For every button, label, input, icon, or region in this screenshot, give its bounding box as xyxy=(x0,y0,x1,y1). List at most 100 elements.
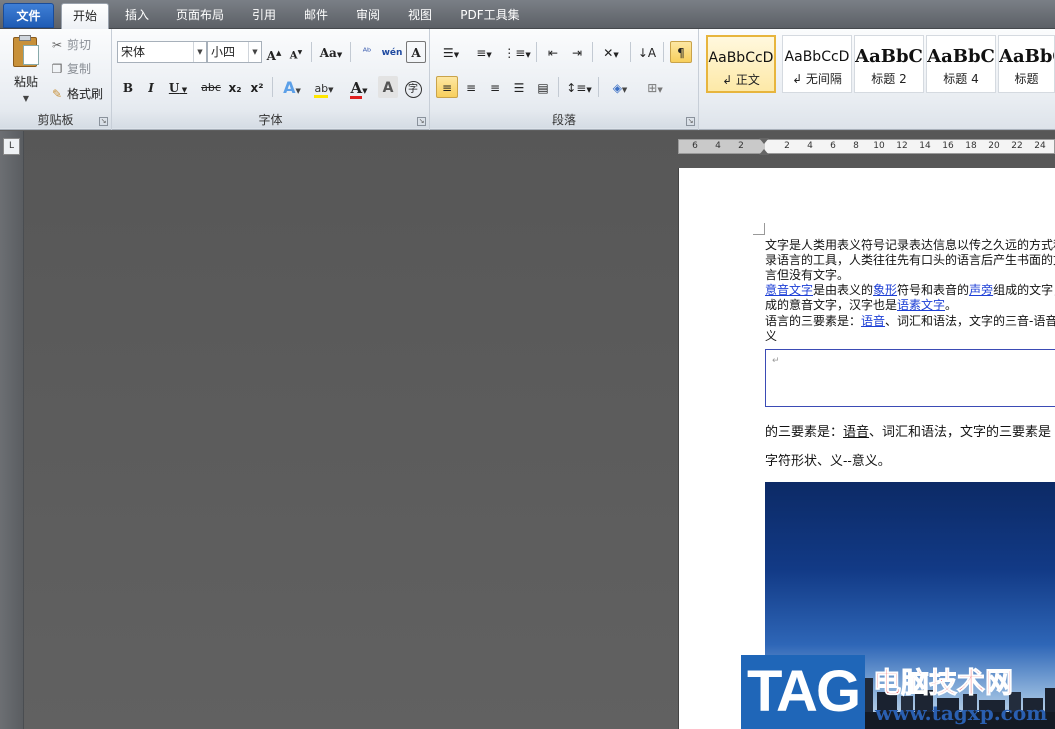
style-heading-2[interactable]: AaBbC 标题 2 xyxy=(854,35,924,93)
copy-button[interactable]: ❐ 复制 xyxy=(50,59,91,79)
paragraph-1-line-2: 录语言的工具，人类往往先有口头的语言后产生书面的文字 xyxy=(765,253,1055,267)
text-effects-button[interactable]: A▼ xyxy=(278,76,306,98)
shading-bucket-icon[interactable]: ◈▼ xyxy=(604,76,636,98)
hanging-indent-handle[interactable] xyxy=(759,149,769,155)
brush-icon: ✎ xyxy=(51,87,63,101)
tab-insert[interactable]: 插入 xyxy=(118,3,156,29)
paragraph-group: ☰▼ ≡▼ ⋮≡▼ ⇤ ⇥ ✕▼ ↓A ¶ ≡ ≡ ≡ ☰ ▤ ↕≡▼ ◈▼ ⊞… xyxy=(430,29,699,130)
first-line-indent-handle[interactable] xyxy=(759,138,769,144)
numbering-icon[interactable]: ≡▼ xyxy=(469,41,499,63)
align-right-icon[interactable]: ≡ xyxy=(484,76,506,98)
cut-button[interactable]: ✂ 剪切 xyxy=(50,35,91,55)
font-color-button[interactable]: A▼ xyxy=(344,76,374,99)
paragraph-2-line-2: 成的意音文字，汉字也是语素文字。 xyxy=(765,298,958,312)
font-launcher-icon[interactable]: ↘ xyxy=(417,117,426,126)
format-painter-button[interactable]: ✎ 格式刷 xyxy=(50,84,103,104)
link-ideographic-script[interactable]: 意音文字 xyxy=(765,283,813,297)
ribbon: 粘贴 ▼ ✂ 剪切 ❐ 复制 ✎ 格式刷 剪贴板 ↘ 宋体 ▼ 小四 ▼ A▲ A▼ … xyxy=(0,29,1055,130)
styles-gallery: AaBbCcD ↲ 正文 AaBbCcD ↲ 无间隔 AaBbC 标题 2 Aa… xyxy=(706,35,1055,93)
tab-file[interactable]: 文件 xyxy=(3,3,54,28)
tab-home[interactable]: 开始 xyxy=(61,3,109,29)
phonetic-guide-button[interactable]: wén xyxy=(380,41,404,63)
enclose-char-button[interactable]: 字 xyxy=(402,76,424,98)
underline-button[interactable]: U ▼ xyxy=(164,76,192,98)
font-size-combo[interactable]: 小四 ▼ xyxy=(207,41,262,63)
paste-icon xyxy=(11,35,41,69)
ribbon-tab-bar: 文件 开始 插入 页面布局 引用 邮件 审阅 视图 PDF工具集 xyxy=(0,0,1055,29)
char-border-button[interactable]: A xyxy=(406,41,426,63)
vertical-ruler-strip xyxy=(0,131,24,729)
watermark-site-name: 电脑技术网 xyxy=(872,666,1014,700)
shrink-font-button[interactable]: A▼ xyxy=(286,41,306,63)
paste-label: 粘贴 xyxy=(13,75,38,89)
tab-pdf-tools[interactable]: PDF工具集 xyxy=(452,3,528,29)
scissors-icon: ✂ xyxy=(51,38,63,52)
multilevel-list-icon[interactable]: ⋮≡▼ xyxy=(502,41,532,63)
tab-review[interactable]: 审阅 xyxy=(348,3,388,29)
decrease-indent-icon[interactable]: ⇤ xyxy=(542,41,564,63)
paragraph-1-line-1: 文字是人类用表义符号记录表达信息以传之久远的方式和工 xyxy=(765,238,1055,252)
paste-button[interactable]: 粘贴 ▼ xyxy=(6,33,46,105)
bullets-icon[interactable]: ☰▼ xyxy=(436,41,466,63)
link-pictograph[interactable]: 象形 xyxy=(873,283,897,297)
margin-corner-mark xyxy=(753,223,765,235)
style-no-spacing[interactable]: AaBbCcD ↲ 无间隔 xyxy=(782,35,852,93)
font-group: 宋体 ▼ 小四 ▼ A▲ A▼ Aa▼ ᴬᵇ wén A B I U ▼ abc… xyxy=(112,29,430,130)
strikethrough-button[interactable]: abc xyxy=(198,76,224,98)
align-left-icon[interactable]: ≡ xyxy=(436,76,458,98)
borders-icon[interactable]: ⊞▼ xyxy=(640,76,670,98)
chinese-layout-icon[interactable]: ✕▼ xyxy=(596,41,626,63)
link-morpheme-script[interactable]: 语素文字 xyxy=(897,298,945,312)
bold-button[interactable]: B xyxy=(118,76,138,98)
clipboard-group-label: 剪贴板 xyxy=(0,112,111,128)
paragraph-5: 字符形状、义--意义。 xyxy=(765,454,891,469)
paragraph-1-line-3: 言但没有文字。 xyxy=(765,268,850,282)
show-marks-icon[interactable]: ¶ xyxy=(670,41,692,63)
sort-icon[interactable]: ↓A xyxy=(636,41,658,63)
clipboard-group: 粘贴 ▼ ✂ 剪切 ❐ 复制 ✎ 格式刷 剪贴板 ↘ xyxy=(0,29,112,130)
italic-button[interactable]: I xyxy=(141,76,161,98)
highlight-button[interactable]: ab▼ xyxy=(309,76,339,98)
change-case-button[interactable]: Aa▼ xyxy=(316,41,346,63)
copy-icon: ❐ xyxy=(51,62,63,76)
style-normal[interactable]: AaBbCcD ↲ 正文 xyxy=(706,35,776,93)
paragraph-3-line-2: 义 xyxy=(765,329,778,343)
style-title[interactable]: AaBbC 标题 xyxy=(998,35,1055,93)
grow-font-button[interactable]: A▲ xyxy=(264,41,284,63)
site-watermark: TAG 电脑技术网 www.tagxp.com xyxy=(741,655,1055,729)
superscript-button[interactable]: x² xyxy=(247,76,267,98)
link-phonetics[interactable]: 语音 xyxy=(861,314,885,328)
chevron-down-icon[interactable]: ▼ xyxy=(193,42,206,62)
tab-mailings[interactable]: 邮件 xyxy=(296,3,336,29)
style-heading-4[interactable]: AaBbC 标题 4 xyxy=(926,35,996,93)
watermark-tag-logo: TAG xyxy=(741,655,865,729)
paragraph-3-line-1: 语言的三要素是：语音、词汇和语法，文字的三音-语音 xyxy=(765,314,1055,328)
font-name-combo[interactable]: 宋体 ▼ xyxy=(117,41,207,63)
align-center-icon[interactable]: ≡ xyxy=(460,76,482,98)
paragraph-4: 的三要素是：语音、词汇和语法，文字的三要素是 xyxy=(765,425,1052,440)
paragraph-mark: ↵ xyxy=(772,356,780,366)
font-group-label: 字体 xyxy=(112,112,429,128)
line-spacing-icon[interactable]: ↕≡▼ xyxy=(564,76,594,98)
subscript-button[interactable]: x₂ xyxy=(225,76,245,98)
paragraph-2-line-1: 意音文字是由表义的象形符号和表音的声旁组成的文字，汉 xyxy=(765,283,1055,297)
highlighter-icon: ab xyxy=(314,82,329,98)
horizontal-ruler[interactable]: 6 4 2 2 4 6 8 10 12 14 16 18 20 22 24 xyxy=(678,138,1055,155)
watermark-url: www.tagxp.com xyxy=(875,701,1048,725)
tab-page-layout[interactable]: 页面布局 xyxy=(168,3,232,29)
increase-indent-icon[interactable]: ⇥ xyxy=(566,41,588,63)
chevron-down-icon[interactable]: ▼ xyxy=(248,42,261,62)
char-shading-button[interactable]: A xyxy=(378,76,398,98)
tab-view[interactable]: 视图 xyxy=(400,3,440,29)
clear-format-icon[interactable]: ᴬᵇ xyxy=(356,41,378,63)
link-phonetic-radical[interactable]: 声旁 xyxy=(969,283,993,297)
clipboard-launcher-icon[interactable]: ↘ xyxy=(99,117,108,126)
justify-icon[interactable]: ☰ xyxy=(508,76,530,98)
document-page[interactable]: 文字是人类用表义符号记录表达信息以传之久远的方式和工 录语言的工具，人类往往先有… xyxy=(678,168,1055,729)
text-box[interactable]: ↵ xyxy=(765,349,1055,407)
tab-stop-selector-icon[interactable]: L xyxy=(3,138,20,155)
paste-dropdown-icon[interactable]: ▼ xyxy=(23,94,29,103)
tab-references[interactable]: 引用 xyxy=(244,3,284,29)
paragraph-launcher-icon[interactable]: ↘ xyxy=(686,117,695,126)
distributed-icon[interactable]: ▤ xyxy=(532,76,554,98)
